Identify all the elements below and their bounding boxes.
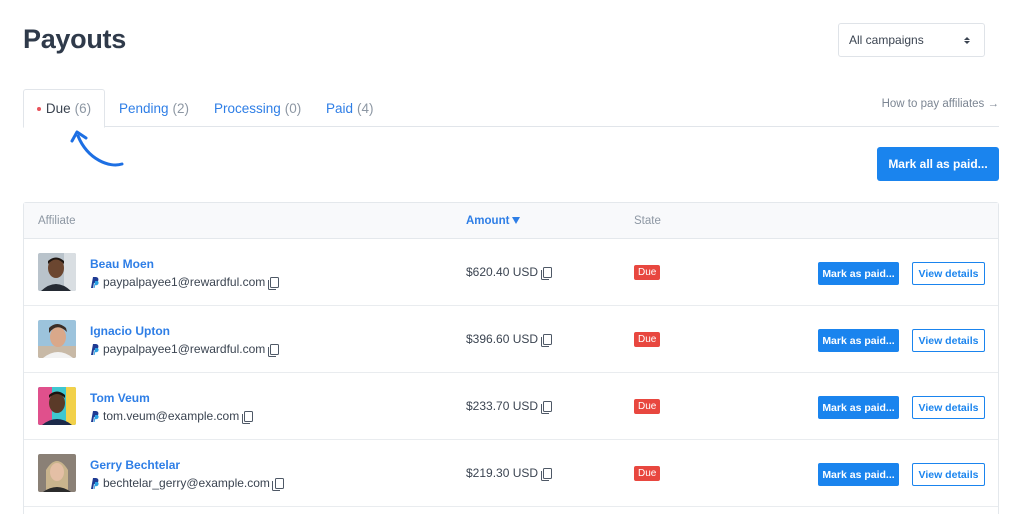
tab-label: Paid (326, 100, 354, 116)
tab-count: (0) (284, 100, 302, 116)
view-details-button[interactable]: View details (912, 396, 985, 419)
payouts-table: Affiliate Amount State Beau Moen paypalp… (23, 202, 999, 514)
copy-icon[interactable] (267, 343, 280, 357)
page-title: Payouts (23, 24, 126, 54)
tab-label: Processing (214, 100, 281, 116)
email-text: bechtelar_gerry@example.com (103, 476, 270, 490)
mark-as-paid-button[interactable]: Mark as paid... (818, 396, 899, 419)
email-text: paypalpayee1@rewardful.com (103, 275, 266, 289)
curved-arrow-icon (70, 130, 124, 167)
payout-tabs: Due (6) Pending (2) Processing (0) Paid … (23, 89, 999, 128)
column-header-state[interactable]: State (634, 215, 661, 227)
table-row: Beau Moen paypalpayee1@rewardful.com $62… (24, 239, 998, 306)
mark-as-paid-button[interactable]: Mark as paid... (818, 262, 899, 285)
view-details-button[interactable]: View details (912, 463, 985, 486)
status-badge: Due (634, 466, 661, 481)
payout-amount: $620.40 USD (466, 265, 553, 280)
copy-icon[interactable] (267, 276, 280, 290)
copy-icon[interactable] (540, 266, 553, 280)
paypal-icon (91, 343, 99, 355)
mark-all-paid-button[interactable]: Mark all as paid... (877, 147, 999, 181)
table-row: Tom Veum tom.veum@example.com $233.70 US… (24, 373, 998, 440)
copy-icon[interactable] (540, 467, 553, 481)
status-badge: Due (634, 265, 661, 280)
select-updown-icon (964, 36, 970, 44)
status-badge: Due (634, 399, 661, 414)
view-details-button[interactable]: View details (912, 329, 985, 352)
tab-count: (2) (172, 100, 190, 116)
tab-count: (4) (357, 100, 374, 116)
affiliate-name[interactable]: Beau Moen (90, 257, 154, 271)
tab-processing[interactable]: Processing (0) (214, 89, 301, 127)
affiliate-email: bechtelar_gerry@example.com (90, 476, 284, 491)
amount-text: $620.40 USD (466, 265, 539, 279)
table-row: Gerry Bechtelar bechtelar_gerry@example.… (24, 440, 998, 507)
amount-text: $396.60 USD (466, 332, 539, 346)
affiliate-name[interactable]: Gerry Bechtelar (90, 458, 180, 472)
tab-count: (6) (74, 101, 92, 116)
paypal-icon (91, 477, 99, 489)
copy-icon[interactable] (272, 477, 284, 491)
affiliate-email: tom.veum@example.com (90, 409, 254, 424)
email-text: paypalpayee1@rewardful.com (103, 342, 266, 356)
sort-desc-icon (512, 217, 521, 224)
column-header-affiliate[interactable]: Affiliate (38, 215, 76, 227)
column-header-label: Amount (466, 215, 510, 227)
payout-amount: $219.30 USD (466, 466, 553, 481)
campaign-select[interactable]: All campaigns (838, 23, 985, 57)
affiliate-name[interactable]: Ignacio Upton (90, 324, 170, 338)
tab-paid[interactable]: Paid (4) (326, 89, 374, 127)
payout-amount: $396.60 USD (466, 332, 553, 347)
email-text: tom.veum@example.com (103, 409, 240, 423)
tab-due[interactable]: Due (6) (23, 89, 105, 128)
mark-as-paid-button[interactable]: Mark as paid... (818, 329, 899, 352)
table-header: Affiliate Amount State (24, 203, 998, 239)
affiliate-name[interactable]: Tom Veum (90, 391, 150, 405)
copy-icon[interactable] (540, 333, 553, 347)
mark-as-paid-button[interactable]: Mark as paid... (818, 463, 899, 486)
copy-icon[interactable] (241, 410, 254, 424)
copy-icon[interactable] (540, 400, 553, 414)
view-details-button[interactable]: View details (912, 262, 985, 285)
campaign-select-value: All campaigns (849, 33, 924, 47)
avatar (38, 387, 76, 425)
table-row: Ignacio Upton paypalpayee1@rewardful.com… (24, 306, 998, 373)
avatar (38, 454, 76, 492)
status-badge: Due (634, 332, 661, 347)
payout-amount: $233.70 USD (466, 399, 553, 414)
amount-text: $233.70 USD (466, 399, 539, 413)
tab-label: Pending (119, 100, 169, 116)
due-dot-icon (36, 106, 41, 111)
tab-pending[interactable]: Pending (2) (119, 89, 189, 127)
paypal-icon (91, 410, 99, 422)
paypal-icon (91, 276, 99, 288)
tab-label: Due (45, 101, 71, 116)
amount-text: $219.30 USD (466, 466, 539, 480)
column-header-amount[interactable]: Amount (466, 215, 521, 227)
affiliate-email: paypalpayee1@rewardful.com (90, 275, 280, 290)
affiliate-email: paypalpayee1@rewardful.com (90, 342, 280, 357)
avatar (38, 320, 76, 358)
how-to-pay-link[interactable]: How to pay affiliates → (882, 98, 999, 110)
avatar (38, 253, 76, 291)
